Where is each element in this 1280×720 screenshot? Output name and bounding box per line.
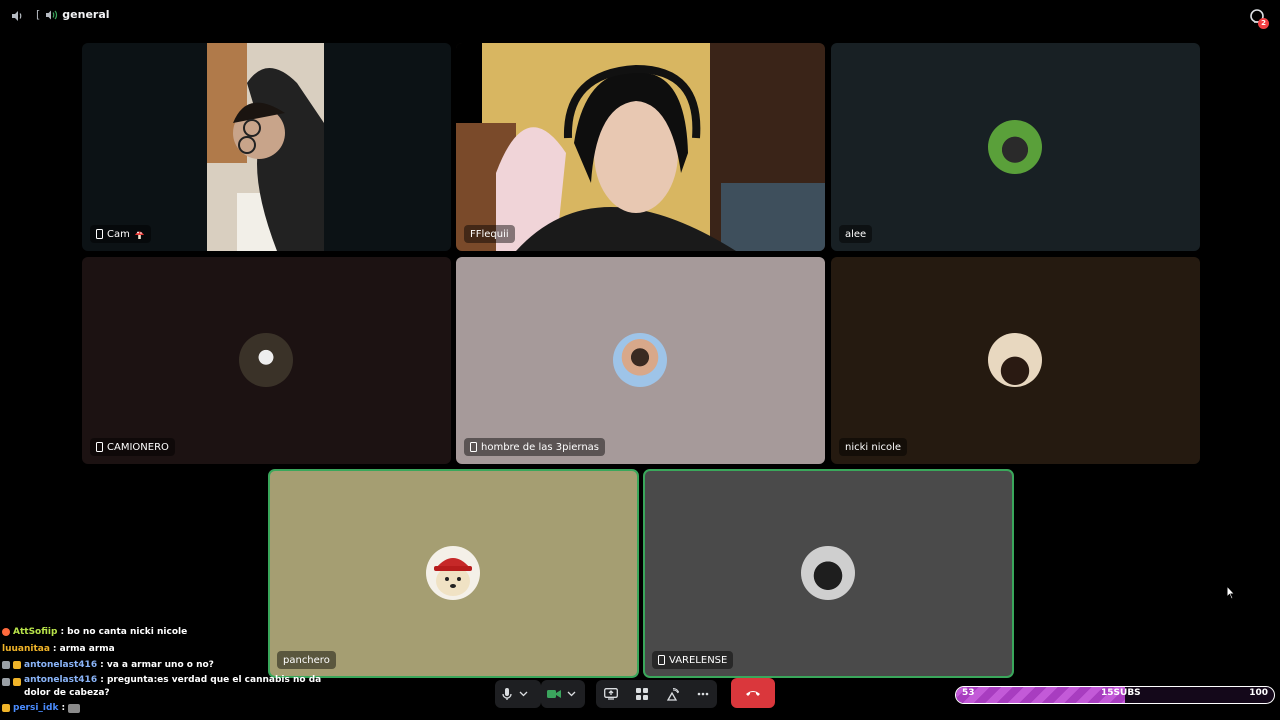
chat-badge-icon <box>2 628 10 636</box>
chat-text: : va a armar uno o no? <box>100 660 214 670</box>
chat-message-body: antonelast416 : pregunta:es verdad que e… <box>24 674 322 700</box>
chat-message: AttSofiip : bo no canta nicki nicole <box>2 624 322 641</box>
chat-username: antonelast416 <box>24 674 98 685</box>
chat-username: luuanitaa <box>2 643 50 654</box>
participant-name-tag: nicki nicole <box>839 438 908 456</box>
chevron-down-icon[interactable] <box>567 691 576 697</box>
participant-name-tag: VARELENSE <box>652 651 734 669</box>
participant-name: Cam <box>107 228 130 240</box>
inbox-button[interactable]: 2 <box>1248 8 1269 29</box>
participant-name-tag: FFlequii <box>464 225 515 243</box>
extra-controls <box>596 680 717 708</box>
mobile-icon <box>96 229 103 239</box>
chat-message: antonelast416 : pregunta:es verdad que e… <box>2 674 322 700</box>
fflequii-video-feed <box>456 43 825 251</box>
chat-text: : <box>61 702 66 713</box>
participant-tile-alee[interactable]: alee <box>831 43 1200 251</box>
open-bracket: [ <box>36 8 41 21</box>
participant-name: alee <box>845 228 867 240</box>
screen-share-icon[interactable] <box>604 688 618 700</box>
chat-username: AttSofiip <box>13 627 58 637</box>
participant-name-tag: CAMIONERO <box>90 438 175 456</box>
chat-badge-icon <box>2 661 10 669</box>
chevron-down-icon[interactable] <box>519 691 528 697</box>
sub-goal-current: 53 <box>962 688 975 698</box>
sub-goal-target: 100 <box>1249 688 1268 698</box>
extra-controls-group <box>596 680 717 708</box>
inbox-badge: 2 <box>1258 18 1269 29</box>
participant-name: hombre de las 3piernas <box>481 441 599 453</box>
soundboard-icon[interactable] <box>666 687 679 701</box>
participant-name-tag: Cam <box>90 225 151 243</box>
avatar <box>239 333 293 387</box>
chat-message: antonelast416 : va a armar uno o no? <box>2 657 322 674</box>
avatar <box>426 546 480 600</box>
sub-goal-progress: 53 15SUBS 100 <box>955 686 1275 704</box>
mobile-icon <box>470 442 477 452</box>
camera-icon[interactable] <box>547 689 561 699</box>
mushroom-icon <box>134 231 144 239</box>
camera-toggle[interactable] <box>541 680 585 708</box>
mobile-icon <box>658 655 665 665</box>
camera-control <box>541 680 585 708</box>
leave-call-button[interactable] <box>731 678 775 708</box>
participant-tile-fflequii[interactable]: FFlequii <box>456 43 825 251</box>
avatar <box>988 333 1042 387</box>
cat-emote-icon <box>68 703 81 713</box>
top-bar: [ general 2 <box>0 0 1280 32</box>
participant-name: nicki nicole <box>845 441 902 453</box>
chat-username: antonelast416 <box>24 660 98 670</box>
sub-goal-label: 15SUBS <box>1101 688 1141 698</box>
chat-badge-icon <box>13 677 21 686</box>
avatar <box>988 120 1042 174</box>
voice-channel-icon <box>46 10 58 19</box>
mouse-cursor-icon <box>1226 585 1236 600</box>
dog-hat-avatar-art <box>434 558 472 596</box>
chat-message: persi_idk : <box>2 700 322 717</box>
participant-tile-cam[interactable]: Cam <box>82 43 451 251</box>
participant-tile-camionero[interactable]: CAMIONERO <box>82 257 451 464</box>
more-icon[interactable] <box>697 692 709 696</box>
chat-badge-icon <box>2 703 10 712</box>
participant-name: FFlequii <box>470 228 509 240</box>
avatar <box>613 333 667 387</box>
chat-username: persi_idk <box>13 702 59 713</box>
participant-name-tag: hombre de las 3piernas <box>464 438 605 456</box>
channel-name: general <box>62 8 110 21</box>
participant-name-tag: alee <box>839 225 873 243</box>
chat-message: luuanitaa : arma arma <box>2 641 322 658</box>
participant-tile-hombre-de-las-3piernas[interactable]: hombre de las 3piernas <box>456 257 825 464</box>
chat-text: : bo no canta nicki nicole <box>60 627 188 637</box>
microphone-icon[interactable] <box>501 687 513 701</box>
chat-badge-icon <box>13 661 21 669</box>
mic-control[interactable] <box>495 680 541 708</box>
stream-chat-overlay: AttSofiip : bo no canta nicki nicole luu… <box>2 624 322 716</box>
hang-up-icon <box>746 691 760 696</box>
participant-tile-varelense[interactable]: VARELENSE <box>643 469 1014 678</box>
participant-tile-panchero[interactable]: panchero <box>268 469 639 678</box>
call-controls <box>495 680 541 708</box>
voice-call-screen: [ general 2 Cam FFlequii alee CAMIONERO … <box>0 0 1280 720</box>
chat-text: : arma arma <box>52 643 115 654</box>
speaker-icon[interactable] <box>10 9 24 23</box>
participant-tile-nicki-nicole[interactable]: nicki nicole <box>831 257 1200 464</box>
activities-icon[interactable] <box>636 688 648 700</box>
chat-badge-icon <box>2 677 10 686</box>
sub-goal-fill <box>956 687 1125 703</box>
participant-name: VARELENSE <box>669 654 728 666</box>
cam-video-feed <box>207 43 324 251</box>
avatar <box>801 546 855 600</box>
channel-header: [ general <box>36 8 110 21</box>
participant-name: CAMIONERO <box>107 441 169 453</box>
mobile-icon <box>96 442 103 452</box>
